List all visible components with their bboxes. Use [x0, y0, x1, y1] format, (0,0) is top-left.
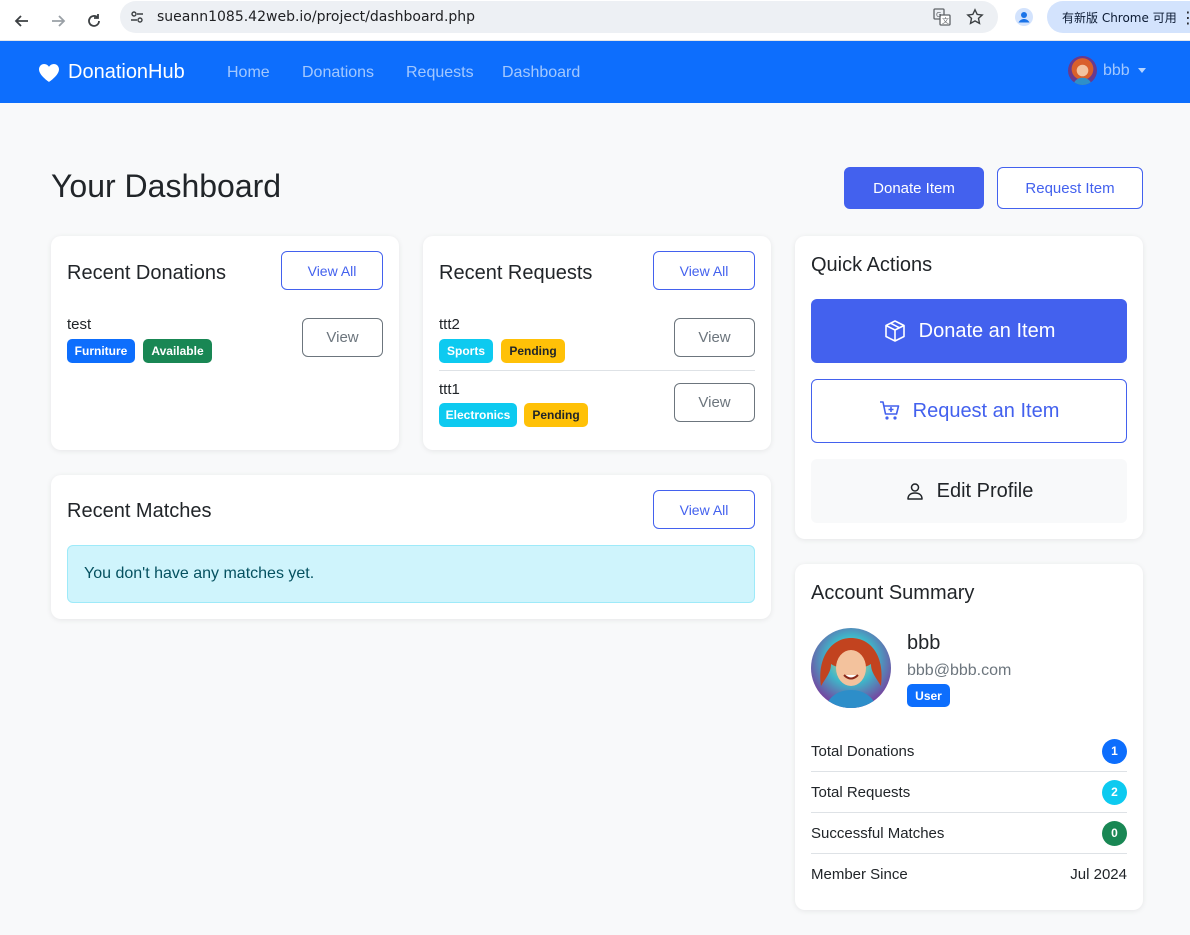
request-an-item-label: Request an Item	[912, 399, 1060, 422]
chrome-profile-icon[interactable]	[1012, 5, 1036, 29]
card-title: Quick Actions	[811, 254, 933, 276]
request-item-label: Request Item	[1025, 179, 1115, 197]
box-icon	[884, 320, 905, 342]
donation-view-button[interactable]: View	[302, 318, 383, 357]
view-all-label: View All	[679, 501, 729, 518]
request-an-item-button[interactable]: Request an Item	[811, 379, 1127, 443]
page-title: Your Dashboard	[51, 168, 282, 204]
request-view-button[interactable]: View	[674, 318, 755, 357]
donate-item-button[interactable]: Donate Item	[844, 167, 984, 209]
browser-menu-icon[interactable]: ⋮	[1180, 8, 1190, 28]
donations-view-all-button[interactable]: View All	[281, 251, 383, 290]
avatar	[1068, 56, 1097, 85]
translate-icon[interactable]: G文	[932, 7, 952, 27]
category-badge: Electronics	[439, 403, 517, 427]
count-badge: 0	[1102, 820, 1127, 846]
account-summary-card: Account Summary bbb bbb@bbb.com User Tot…	[795, 564, 1143, 910]
cart-plus-icon	[879, 401, 899, 420]
stat-successful-matches: Successful Matches 0	[811, 813, 1127, 854]
view-label: View	[698, 394, 731, 411]
stat-label: Total Requests	[811, 783, 911, 801]
nav-home[interactable]: Home	[227, 64, 270, 82]
edit-profile-button[interactable]: Edit Profile	[811, 459, 1127, 523]
view-all-label: View All	[679, 262, 729, 279]
category-badge: Sports	[439, 339, 493, 363]
view-label: View	[698, 329, 731, 346]
count-badge: 1	[1102, 738, 1127, 764]
donate-an-item-button[interactable]: Donate an Item	[811, 299, 1127, 363]
forward-arrow-icon[interactable]	[44, 7, 72, 35]
chrome-update-label: 有新版 Chrome 可用	[1062, 10, 1177, 25]
empty-matches-alert: You don't have any matches yet.	[67, 545, 755, 603]
user-name: bbb	[1103, 61, 1130, 79]
app-navbar: DonationHub Home Donations Requests Dash…	[0, 41, 1190, 103]
browser-toolbar: sueann1085.42web.io/project/dashboard.ph…	[0, 0, 1190, 41]
site-settings-icon[interactable]	[127, 7, 147, 27]
nav-donations[interactable]: Donations	[302, 64, 374, 82]
stat-total-requests: Total Requests 2	[811, 772, 1127, 813]
svg-text:G: G	[936, 11, 941, 19]
recent-requests-card: Recent Requests View All ttt2 Sports Pen…	[423, 236, 771, 450]
bookmark-star-icon[interactable]	[965, 7, 985, 27]
svg-text:文: 文	[942, 16, 949, 25]
person-icon	[906, 483, 923, 500]
request-view-button[interactable]: View	[674, 383, 755, 422]
account-name: bbb	[907, 632, 941, 654]
url-text: sueann1085.42web.io/project/dashboard.ph…	[157, 9, 476, 25]
card-title: Recent Donations	[67, 262, 226, 284]
recent-matches-card: Recent Matches View All You don't have a…	[51, 475, 771, 619]
member-since-value: Jul 2024	[1070, 866, 1127, 883]
stat-total-donations: Total Donations 1	[811, 731, 1127, 772]
heart-icon	[39, 63, 59, 82]
brand-link[interactable]: DonationHub	[38, 61, 185, 84]
account-email: bbb@bbb.com	[907, 662, 1012, 679]
nav-requests[interactable]: Requests	[406, 64, 474, 82]
stat-label: Successful Matches	[811, 824, 945, 842]
donation-name: test	[67, 316, 92, 333]
requests-view-all-button[interactable]: View All	[653, 251, 755, 290]
request-name: ttt2	[439, 316, 460, 333]
status-badge: Pending	[501, 339, 565, 363]
count-badge: 2	[1102, 779, 1127, 805]
chrome-update-button[interactable]: 有新版 Chrome 可用	[1047, 1, 1190, 33]
view-label: View	[326, 329, 359, 346]
user-dropdown[interactable]: bbb	[1068, 56, 1146, 85]
stat-label: Total Donations	[811, 742, 915, 760]
role-badge: User	[907, 684, 950, 707]
card-title: Recent Matches	[67, 500, 212, 522]
request-name: ttt1	[439, 381, 460, 398]
chevron-down-icon	[1137, 68, 1146, 73]
donate-an-item-label: Donate an Item	[918, 319, 1056, 342]
nav-dashboard[interactable]: Dashboard	[502, 64, 580, 82]
back-arrow-icon[interactable]	[8, 7, 36, 35]
recent-donations-card: Recent Donations View All test Furniture…	[51, 236, 399, 450]
stat-member-since: Member Since Jul 2024	[811, 854, 1127, 895]
divider	[439, 370, 755, 371]
donate-item-label: Donate Item	[873, 179, 955, 197]
matches-view-all-button[interactable]: View All	[653, 490, 755, 529]
avatar	[811, 628, 891, 708]
view-all-label: View All	[307, 262, 357, 279]
reload-icon[interactable]	[80, 7, 108, 35]
quick-actions-card: Quick Actions Donate an Item Request an …	[795, 236, 1143, 539]
stat-label: Member Since	[811, 866, 908, 883]
empty-matches-message: You don't have any matches yet.	[84, 565, 315, 582]
card-title: Account Summary	[811, 582, 975, 604]
status-badge: Pending	[524, 403, 588, 427]
request-item-button[interactable]: Request Item	[997, 167, 1143, 209]
status-badge: Available	[143, 339, 212, 363]
card-title: Recent Requests	[439, 262, 593, 284]
brand-name: DonationHub	[68, 61, 185, 83]
address-bar[interactable]: sueann1085.42web.io/project/dashboard.ph…	[120, 1, 998, 33]
category-badge: Furniture	[67, 339, 135, 363]
edit-profile-label: Edit Profile	[936, 479, 1034, 502]
